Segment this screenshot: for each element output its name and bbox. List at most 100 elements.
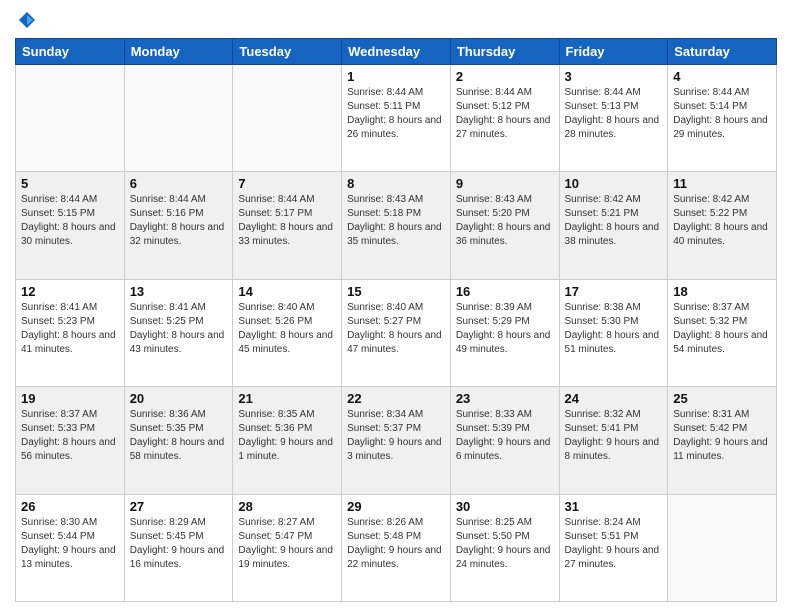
calendar-cell: 24 Sunrise: 8:32 AM Sunset: 5:41 PM Dayli… [559, 387, 668, 494]
calendar-cell [668, 494, 777, 601]
calendar-cell: 20 Sunrise: 8:36 AM Sunset: 5:35 PM Dayli… [124, 387, 233, 494]
day-info: Sunrise: 8:44 AM Sunset: 5:14 PM Dayligh… [673, 86, 771, 142]
calendar-cell: 15 Sunrise: 8:40 AM Sunset: 5:27 PM Dayli… [342, 279, 451, 386]
day-info: Sunrise: 8:36 AM Sunset: 5:35 PM Dayligh… [130, 408, 228, 464]
calendar-cell: 19Sunrise: 8:37 AM Sunset: 5:33 PM Dayli… [16, 387, 125, 494]
day-number: 25 [673, 391, 771, 406]
calendar-cell: 31 Sunrise: 8:24 AM Sunset: 5:51 PM Dayli… [559, 494, 668, 601]
day-info: Sunrise: 8:44 AM Sunset: 5:15 PM Dayligh… [21, 193, 119, 249]
calendar-cell: 14Sunrise: 8:40 AM Sunset: 5:26 PM Dayli… [233, 279, 342, 386]
day-number: 3 [565, 69, 663, 84]
calendar-cell: 26 Sunrise: 8:30 AM Sunset: 5:44 PM Dayli… [16, 494, 125, 601]
calendar-cell: 23 Sunrise: 8:33 AM Sunset: 5:39 PM Dayli… [450, 387, 559, 494]
day-info: Sunrise: 8:44 AM Sunset: 5:16 PM Dayligh… [130, 193, 228, 249]
day-info: Sunrise: 8:41 AM Sunset: 5:23 PM Dayligh… [21, 301, 119, 357]
day-info: Sunrise: 8:38 AM Sunset: 5:30 PM Dayligh… [565, 301, 663, 357]
logo-icon [17, 10, 37, 30]
calendar-header-saturday: Saturday [668, 39, 777, 65]
calendar-cell: 9 Sunrise: 8:43 AM Sunset: 5:20 PM Daylig… [450, 172, 559, 279]
calendar-cell [16, 65, 125, 172]
calendar-cell: 22 Sunrise: 8:34 AM Sunset: 5:37 PM Dayli… [342, 387, 451, 494]
calendar-cell: 17 Sunrise: 8:38 AM Sunset: 5:30 PM Dayli… [559, 279, 668, 386]
calendar-week-1: 1Sunrise: 8:44 AM Sunset: 5:11 PM Daylig… [16, 65, 777, 172]
day-info: Sunrise: 8:33 AM Sunset: 5:39 PM Dayligh… [456, 408, 554, 464]
day-number: 13 [130, 284, 228, 299]
calendar-cell: 12Sunrise: 8:41 AM Sunset: 5:23 PM Dayli… [16, 279, 125, 386]
calendar-cell [124, 65, 233, 172]
calendar-week-5: 26 Sunrise: 8:30 AM Sunset: 5:44 PM Dayli… [16, 494, 777, 601]
day-info: Sunrise: 8:40 AM Sunset: 5:27 PM Dayligh… [347, 301, 445, 357]
day-info: Sunrise: 8:42 AM Sunset: 5:21 PM Dayligh… [565, 193, 663, 249]
day-number: 9 [456, 176, 554, 191]
day-number: 11 [673, 176, 771, 191]
day-info: Sunrise: 8:34 AM Sunset: 5:37 PM Dayligh… [347, 408, 445, 464]
calendar-cell: 1Sunrise: 8:44 AM Sunset: 5:11 PM Daylig… [342, 65, 451, 172]
day-info: Sunrise: 8:30 AM Sunset: 5:44 PM Dayligh… [21, 516, 119, 572]
logo [15, 10, 37, 30]
day-number: 10 [565, 176, 663, 191]
calendar-cell: 30 Sunrise: 8:25 AM Sunset: 5:50 PM Dayli… [450, 494, 559, 601]
day-number: 28 [238, 499, 336, 514]
day-number: 24 [565, 391, 663, 406]
day-number: 15 [347, 284, 445, 299]
day-info: Sunrise: 8:44 AM Sunset: 5:12 PM Dayligh… [456, 86, 554, 142]
day-number: 29 [347, 499, 445, 514]
calendar-cell: 8 Sunrise: 8:43 AM Sunset: 5:18 PM Daylig… [342, 172, 451, 279]
calendar-cell: 18 Sunrise: 8:37 AM Sunset: 5:32 PM Dayli… [668, 279, 777, 386]
day-info: Sunrise: 8:24 AM Sunset: 5:51 PM Dayligh… [565, 516, 663, 572]
day-info: Sunrise: 8:31 AM Sunset: 5:42 PM Dayligh… [673, 408, 771, 464]
day-info: Sunrise: 8:37 AM Sunset: 5:33 PM Dayligh… [21, 408, 119, 464]
calendar-week-3: 12Sunrise: 8:41 AM Sunset: 5:23 PM Dayli… [16, 279, 777, 386]
header [15, 10, 777, 30]
calendar-header-friday: Friday [559, 39, 668, 65]
calendar-cell: 7 Sunrise: 8:44 AM Sunset: 5:17 PM Daylig… [233, 172, 342, 279]
calendar-cell: 10 Sunrise: 8:42 AM Sunset: 5:21 PM Dayli… [559, 172, 668, 279]
day-info: Sunrise: 8:32 AM Sunset: 5:41 PM Dayligh… [565, 408, 663, 464]
calendar-header-tuesday: Tuesday [233, 39, 342, 65]
calendar-cell [233, 65, 342, 172]
calendar-header-row: SundayMondayTuesdayWednesdayThursdayFrid… [16, 39, 777, 65]
day-info: Sunrise: 8:37 AM Sunset: 5:32 PM Dayligh… [673, 301, 771, 357]
calendar-cell: 16Sunrise: 8:39 AM Sunset: 5:29 PM Dayli… [450, 279, 559, 386]
day-number: 26 [21, 499, 119, 514]
calendar-cell: 28 Sunrise: 8:27 AM Sunset: 5:47 PM Dayli… [233, 494, 342, 601]
calendar-cell: 29Sunrise: 8:26 AM Sunset: 5:48 PM Dayli… [342, 494, 451, 601]
day-number: 23 [456, 391, 554, 406]
day-number: 31 [565, 499, 663, 514]
calendar-cell: 3 Sunrise: 8:44 AM Sunset: 5:13 PM Daylig… [559, 65, 668, 172]
calendar-cell: 4 Sunrise: 8:44 AM Sunset: 5:14 PM Daylig… [668, 65, 777, 172]
day-info: Sunrise: 8:44 AM Sunset: 5:13 PM Dayligh… [565, 86, 663, 142]
calendar-cell: 6Sunrise: 8:44 AM Sunset: 5:16 PM Daylig… [124, 172, 233, 279]
calendar-cell: 25 Sunrise: 8:31 AM Sunset: 5:42 PM Dayli… [668, 387, 777, 494]
day-info: Sunrise: 8:44 AM Sunset: 5:17 PM Dayligh… [238, 193, 336, 249]
calendar-header-thursday: Thursday [450, 39, 559, 65]
day-number: 17 [565, 284, 663, 299]
day-info: Sunrise: 8:43 AM Sunset: 5:18 PM Dayligh… [347, 193, 445, 249]
calendar-header-sunday: Sunday [16, 39, 125, 65]
day-info: Sunrise: 8:25 AM Sunset: 5:50 PM Dayligh… [456, 516, 554, 572]
calendar-cell: 2 Sunrise: 8:44 AM Sunset: 5:12 PM Daylig… [450, 65, 559, 172]
day-info: Sunrise: 8:41 AM Sunset: 5:25 PM Dayligh… [130, 301, 228, 357]
day-info: Sunrise: 8:43 AM Sunset: 5:20 PM Dayligh… [456, 193, 554, 249]
day-number: 4 [673, 69, 771, 84]
calendar-cell: 21Sunrise: 8:35 AM Sunset: 5:36 PM Dayli… [233, 387, 342, 494]
calendar-table: SundayMondayTuesdayWednesdayThursdayFrid… [15, 38, 777, 602]
day-number: 1 [347, 69, 445, 84]
calendar-header-monday: Monday [124, 39, 233, 65]
calendar-header-wednesday: Wednesday [342, 39, 451, 65]
day-info: Sunrise: 8:39 AM Sunset: 5:29 PM Dayligh… [456, 301, 554, 357]
calendar-week-4: 19Sunrise: 8:37 AM Sunset: 5:33 PM Dayli… [16, 387, 777, 494]
day-number: 7 [238, 176, 336, 191]
day-number: 20 [130, 391, 228, 406]
day-number: 21 [238, 391, 336, 406]
calendar-cell: 11Sunrise: 8:42 AM Sunset: 5:22 PM Dayli… [668, 172, 777, 279]
day-number: 22 [347, 391, 445, 406]
day-info: Sunrise: 8:27 AM Sunset: 5:47 PM Dayligh… [238, 516, 336, 572]
day-number: 8 [347, 176, 445, 191]
day-number: 18 [673, 284, 771, 299]
calendar-week-2: 5Sunrise: 8:44 AM Sunset: 5:15 PM Daylig… [16, 172, 777, 279]
calendar-cell: 13 Sunrise: 8:41 AM Sunset: 5:25 PM Dayli… [124, 279, 233, 386]
day-info: Sunrise: 8:29 AM Sunset: 5:45 PM Dayligh… [130, 516, 228, 572]
day-number: 2 [456, 69, 554, 84]
day-number: 30 [456, 499, 554, 514]
